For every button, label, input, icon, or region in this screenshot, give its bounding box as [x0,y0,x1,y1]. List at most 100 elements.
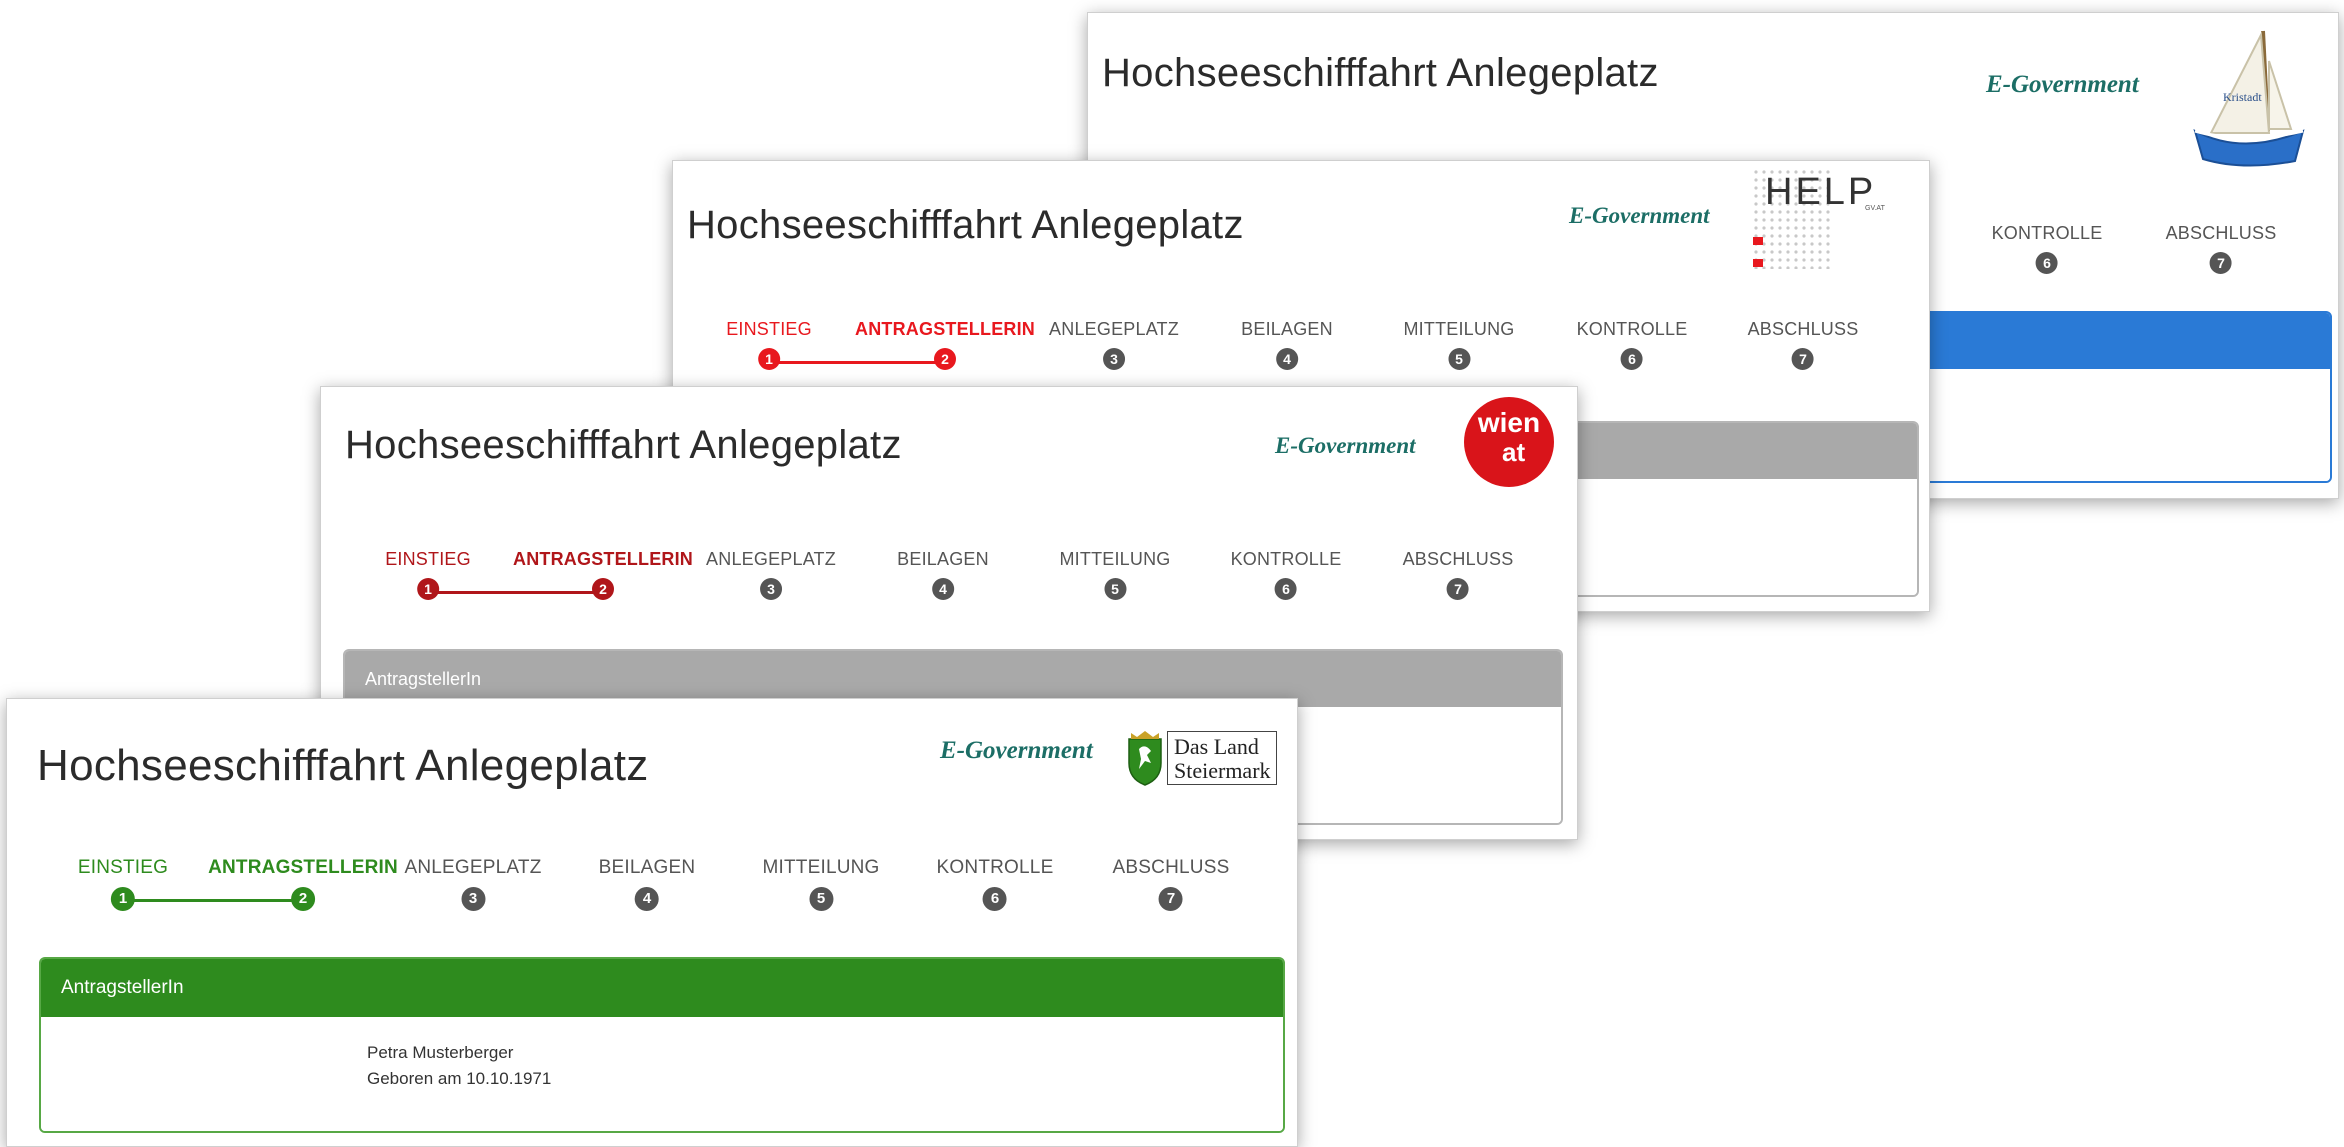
egov-label: E-Government [1569,203,1710,228]
step-label: ABSCHLUSS [1112,857,1230,878]
step-number-badge: 6 [982,887,1007,911]
step-2[interactable]: ANTRAGSTELLERIN 2 [208,857,398,911]
steiermark-logo: Das Land Steiermark [1125,729,1285,789]
panel-title: AntragstellerIn [61,977,184,998]
boat-sail-text: Kristadt [2223,90,2262,104]
step-1[interactable]: EINSTIEG 1 [78,857,168,911]
step-number-badge: 4 [931,578,954,600]
stepper: EINSTIEG 1 ANTRAGSTELLERIN 2 ANLEGEPLATZ… [321,549,1577,619]
help-text: HELP [1765,171,1877,213]
step-number-badge: 6 [2036,252,2058,274]
step-number-badge: 7 [1159,887,1183,911]
egov-label: E-Government [1275,433,1416,458]
page-title: Hochseeschifffahrt Anlegeplatz [345,423,902,467]
step-number-badge: 3 [1103,348,1125,370]
step-number-badge: 4 [634,887,659,911]
applicant-name: Petra Musterberger [367,1043,514,1062]
step-number-badge: 7 [1447,578,1469,600]
step-label: ANTRAGSTELLERIN [855,319,1035,339]
step-number-badge: 1 [758,348,780,370]
step-label: KONTROLLE [1576,319,1688,339]
step-number-badge: 3 [461,887,485,911]
applicant-birthdate: Geboren am 10.10.1971 [367,1069,552,1088]
panel-title: AntragstellerIn [365,669,482,689]
step-number-badge: 5 [1447,348,1470,370]
step-7[interactable]: ABSCHLUSS 7 [1748,319,1859,370]
step-label: ANLEGEPLATZ [1049,319,1179,339]
step-label: BEILAGEN [897,549,989,569]
step-number-badge: 7 [2210,252,2232,274]
step-7[interactable]: ABSCHLUSS 7 [1403,549,1514,600]
egov-label: E-Government [940,737,1093,764]
step-5[interactable]: MITTEILUNG 5 [1403,319,1514,370]
step-6[interactable]: KONTROLLE 6 [1231,549,1342,600]
step-5[interactable]: MITTEILUNG 5 [1059,549,1170,600]
step-number-badge: 5 [1103,578,1126,600]
help-logo-icon: HELP GV.AT [1753,169,1903,279]
step-2[interactable]: ANTRAGSTELLERIN 2 [513,549,693,600]
sailboat-logo-icon: Kristadt [2193,30,2305,167]
step-number-badge: 5 [809,887,833,911]
step-number-badge: 7 [1792,348,1814,370]
step-4[interactable]: BEILAGEN 4 [599,857,696,911]
help-subtext: GV.AT [1865,205,1885,212]
step-6[interactable]: KONTROLLE 6 [1577,319,1688,370]
step-label: EINSTIEG [77,857,169,878]
step-label: ANTRAGSTELLERIN [208,857,398,878]
step-4[interactable]: BEILAGEN 4 [897,549,989,600]
step-2[interactable]: ANTRAGSTELLERIN 2 [855,319,1035,370]
step-label: ANTRAGSTELLERIN [513,549,693,569]
page-title: Hochseeschifffahrt Anlegeplatz [1102,51,1659,95]
step-5[interactable]: MITTEILUNG 5 [762,857,879,911]
form-card-steiermark: Hochseeschifffahrt Anlegeplatz E-Governm… [6,698,1298,1147]
step-1[interactable]: EINSTIEG 1 [385,549,471,600]
step-label: KONTROLLE [1991,223,2103,243]
step-label: KONTROLLE [1230,549,1342,569]
egov-label: E-Government [1986,71,2139,98]
step-label: BEILAGEN [598,857,696,878]
step-7[interactable]: ABSCHLUSS 7 [2166,223,2277,274]
step-7[interactable]: ABSCHLUSS 7 [1113,857,1230,911]
step-4[interactable]: BEILAGEN 4 [1241,319,1333,370]
wien-logo-icon: wien at [1464,397,1554,487]
stepper: EINSTIEG 1 ANTRAGSTELLERIN 2 ANLEGEPLATZ… [7,857,1297,927]
wien-logo-text: wien [1477,407,1541,438]
page-title: Hochseeschifffahrt Anlegeplatz [37,741,649,790]
step-label: MITTEILUNG [762,857,880,878]
step-label: ABSCHLUSS [1402,549,1514,569]
panel-body: Petra Musterberger Geboren am 10.10.1971 [41,1017,1283,1131]
step-label: ANLEGEPLATZ [404,857,542,878]
step-label: ANLEGEPLATZ [706,549,836,569]
step-label: EINSTIEG [726,319,812,339]
page-title: Hochseeschifffahrt Anlegeplatz [687,203,1244,247]
step-1[interactable]: EINSTIEG 1 [726,319,812,370]
steiermark-subtext: Steiermark [1174,758,1271,783]
step-number-badge: 3 [760,578,782,600]
step-6[interactable]: KONTROLLE 6 [1992,223,2103,274]
step-label: MITTEILUNG [1059,549,1171,569]
step-number-badge: 4 [1275,348,1298,370]
step-number-badge: 2 [592,578,614,600]
step-6[interactable]: KONTROLLE 6 [937,857,1054,911]
applicant-panel: AntragstellerIn Petra Musterberger Gebor… [39,957,1285,1133]
step-number-badge: 1 [110,887,135,911]
step-label: ABSCHLUSS [1747,319,1859,339]
stepper: EINSTIEG 1 ANTRAGSTELLERIN 2 ANLEGEPLATZ… [673,319,1929,389]
panel-header: AntragstellerIn [41,959,1283,1017]
step-label: KONTROLLE [936,857,1054,878]
step-label: ABSCHLUSS [2165,223,2277,243]
step-number-badge: 6 [1275,578,1297,600]
step-label: EINSTIEG [385,549,471,569]
steiermark-crest-icon [1128,731,1162,786]
step-label: BEILAGEN [1241,319,1333,339]
step-3[interactable]: ANLEGEPLATZ 3 [1049,319,1179,370]
step-number-badge: 1 [417,578,439,600]
step-3[interactable]: ANLEGEPLATZ 3 [706,549,836,600]
step-label: MITTEILUNG [1403,319,1515,339]
step-number-badge: 2 [290,887,315,911]
steiermark-text: Das Land [1174,734,1259,759]
step-number-badge: 2 [934,348,956,370]
step-number-badge: 6 [1621,348,1643,370]
step-3[interactable]: ANLEGEPLATZ 3 [405,857,542,911]
wien-logo-subtext: at [1502,437,1526,467]
